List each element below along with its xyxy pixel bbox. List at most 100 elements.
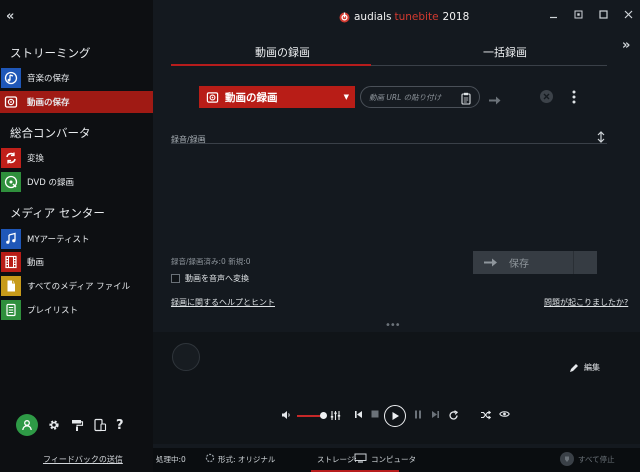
user-icon[interactable] bbox=[16, 414, 38, 436]
play-icon bbox=[392, 412, 399, 420]
maximize-icon[interactable] bbox=[599, 10, 608, 22]
file-icon bbox=[1, 276, 21, 296]
equalizer-icon[interactable] bbox=[330, 410, 341, 421]
list-header-label: 録音/録画 bbox=[171, 135, 206, 144]
clipboard-icon[interactable] bbox=[461, 90, 471, 109]
arrow-right-icon bbox=[484, 258, 497, 267]
dvd-record-icon bbox=[1, 172, 21, 192]
help-hints-link[interactable]: 録画に関するヘルプとヒント bbox=[171, 297, 275, 308]
tab-batch-record[interactable]: 一括録画 bbox=[483, 44, 527, 60]
convert-icon bbox=[1, 148, 21, 168]
sidebar-item-convert[interactable]: 変換 bbox=[0, 147, 153, 169]
sidebar-item-label: プレイリスト bbox=[27, 306, 79, 316]
convert-to-audio-checkbox[interactable] bbox=[171, 274, 180, 283]
restore-icon[interactable] bbox=[574, 10, 583, 22]
sidebar-item-dvd-record[interactable]: DVD の録画 bbox=[0, 171, 153, 193]
volume-knob[interactable] bbox=[320, 412, 327, 419]
chevron-down-icon[interactable]: ▼ bbox=[344, 93, 349, 101]
sidebar-item-label: MYアーティスト bbox=[27, 235, 90, 245]
paint-roller-icon[interactable] bbox=[70, 418, 84, 432]
sidebar-item-playlists[interactable]: プレイリスト bbox=[0, 299, 153, 321]
brand-product: tunebite bbox=[394, 11, 439, 23]
shuffle-icon[interactable] bbox=[480, 410, 491, 420]
previous-icon[interactable] bbox=[354, 410, 363, 419]
save-button[interactable]: 保存 bbox=[473, 251, 597, 274]
record-stats: 録音/録画済み:0 新規:0 bbox=[171, 257, 251, 266]
eye-icon[interactable] bbox=[499, 410, 510, 418]
status-bar: 処理中:0 形式: オリジナル ストレージ: コンピュータ すべて停止 bbox=[153, 448, 640, 472]
brand-year: 2018 bbox=[442, 11, 470, 23]
collapse-sidebar-icon[interactable]: « bbox=[6, 9, 14, 24]
settings-icon[interactable] bbox=[47, 418, 61, 432]
sidebar-item-label: 動画の保存 bbox=[27, 98, 70, 108]
computer-icon bbox=[354, 453, 367, 465]
problem-link[interactable]: 問題が起こりましたか? bbox=[544, 297, 628, 308]
pencil-icon bbox=[570, 363, 578, 372]
main-panel: audials tunebite 2018 » 動画の録画 一括録画 動画の録画… bbox=[153, 0, 640, 472]
sidebar-item-label: すべてのメディア ファイル bbox=[27, 282, 131, 292]
more-options-icon[interactable] bbox=[572, 89, 576, 108]
next-icon[interactable] bbox=[431, 410, 440, 419]
record-video-icon bbox=[206, 91, 219, 104]
refresh-icon[interactable] bbox=[205, 453, 215, 465]
app-brand: audials tunebite 2018 bbox=[339, 11, 469, 23]
artist-icon bbox=[1, 229, 21, 249]
stop-all-button[interactable]: すべて停止 bbox=[560, 452, 615, 466]
record-video-label: 動画の録画 bbox=[225, 91, 278, 104]
close-icon[interactable] bbox=[624, 10, 633, 22]
film-icon bbox=[1, 252, 21, 272]
section-heading-streaming: ストリーミング bbox=[10, 46, 91, 60]
stop-all-label: すべて停止 bbox=[578, 454, 615, 464]
sidebar-item-video[interactable]: 動画 bbox=[0, 251, 153, 273]
splitter-handle[interactable]: ••• bbox=[385, 320, 401, 331]
section-heading-media-center: メディア センター bbox=[10, 206, 105, 220]
url-paste-field[interactable] bbox=[360, 86, 480, 108]
title-bar: audials tunebite 2018 bbox=[153, 0, 640, 34]
devices-icon[interactable] bbox=[93, 418, 107, 432]
stop-all-icon bbox=[560, 452, 574, 466]
sidebar-item-my-artists[interactable]: MYアーティスト bbox=[0, 228, 153, 250]
pause-icon[interactable] bbox=[414, 410, 422, 419]
arrow-right-icon[interactable] bbox=[488, 91, 502, 110]
sidebar-item-label: DVD の録画 bbox=[27, 178, 74, 188]
convert-to-audio-option[interactable]: 動画を音声へ変換 bbox=[171, 273, 249, 284]
stop-icon[interactable] bbox=[371, 410, 379, 418]
format-setting[interactable]: 形式: オリジナル bbox=[218, 454, 275, 465]
cover-art-placeholder bbox=[172, 343, 200, 371]
sort-icon[interactable] bbox=[597, 128, 605, 147]
edit-label: 編集 bbox=[584, 363, 600, 372]
sidebar-bottom-toolbar: ? bbox=[16, 414, 133, 436]
save-label: 保存 bbox=[509, 259, 529, 270]
sidebar-item-label: 変換 bbox=[27, 154, 45, 164]
player-panel: 編集 bbox=[153, 332, 640, 444]
sidebar-item-music-save[interactable]: 音楽の保存 bbox=[0, 67, 153, 89]
playlist-icon bbox=[1, 300, 21, 320]
url-input[interactable] bbox=[369, 90, 457, 104]
volume-icon[interactable] bbox=[281, 410, 291, 420]
processing-count: 処理中:0 bbox=[156, 455, 186, 464]
play-button[interactable] bbox=[384, 405, 406, 427]
edit-button[interactable]: 編集 bbox=[569, 362, 600, 373]
video-save-icon bbox=[1, 92, 21, 112]
sidebar-item-video-save[interactable]: 動画の保存 bbox=[0, 91, 153, 113]
repeat-icon[interactable] bbox=[448, 410, 459, 421]
tab-video-record[interactable]: 動画の録画 bbox=[255, 44, 310, 60]
active-tab-indicator bbox=[171, 64, 371, 66]
convert-to-audio-label: 動画を音声へ変換 bbox=[185, 274, 249, 283]
music-save-icon bbox=[1, 68, 21, 88]
recordings-list-header: 録音/録画 bbox=[171, 127, 607, 144]
audials-logo-icon bbox=[339, 12, 350, 22]
tab-bar: 動画の録画 一括録画 bbox=[171, 44, 607, 66]
expand-panel-icon[interactable]: » bbox=[622, 38, 630, 53]
help-icon[interactable]: ? bbox=[116, 418, 124, 433]
save-dropdown[interactable] bbox=[573, 251, 597, 274]
storage-label: ストレージ: bbox=[317, 455, 357, 464]
minimize-icon[interactable] bbox=[549, 10, 558, 22]
clear-icon[interactable] bbox=[540, 90, 553, 103]
storage-value[interactable]: コンピュータ bbox=[371, 454, 416, 465]
record-video-button[interactable]: 動画の録画 ▼ bbox=[199, 86, 355, 108]
feedback-link[interactable]: フィードバックの送信 bbox=[43, 454, 123, 465]
sidebar-item-label: 音楽の保存 bbox=[27, 74, 70, 84]
sidebar-item-all-media-files[interactable]: すべてのメディア ファイル bbox=[0, 275, 153, 297]
section-heading-converter: 総合コンバータ bbox=[10, 126, 91, 140]
